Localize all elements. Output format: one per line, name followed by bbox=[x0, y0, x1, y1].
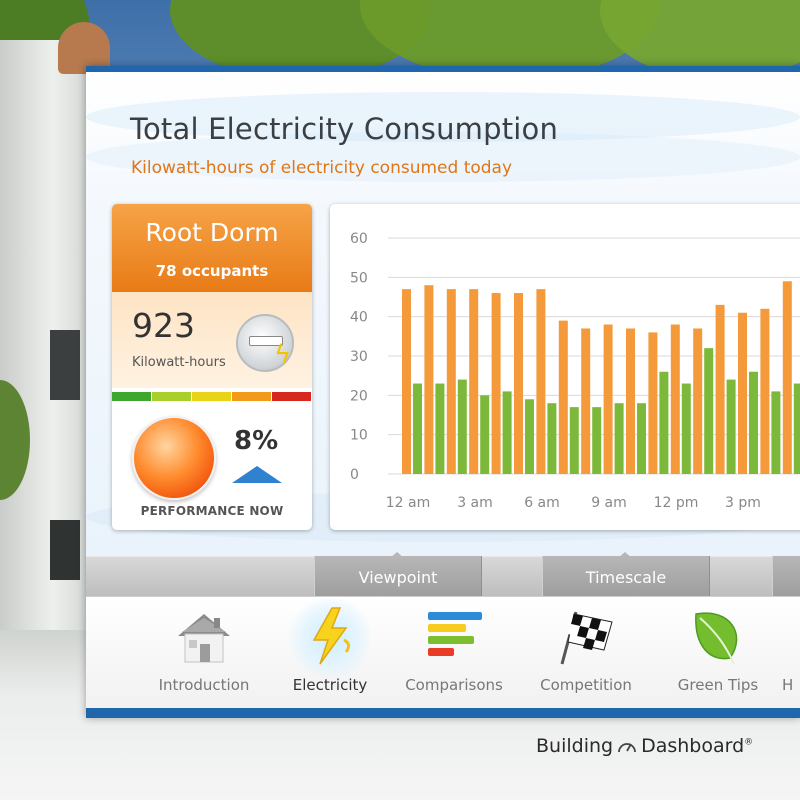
bar-orange bbox=[738, 312, 747, 474]
lightning-icon bbox=[312, 607, 351, 665]
bar-orange bbox=[446, 289, 456, 474]
y-tick-label: 10 bbox=[350, 428, 368, 444]
bar-green bbox=[659, 371, 669, 474]
x-tick-label: 3 am bbox=[457, 495, 493, 511]
bar-green bbox=[771, 391, 781, 474]
timescale-button[interactable]: Timescale bbox=[542, 556, 710, 596]
bar-green bbox=[435, 383, 445, 474]
performance-percent: 8% bbox=[234, 426, 279, 456]
bar-orange bbox=[424, 285, 434, 474]
nav-electricity[interactable]: Electricity bbox=[266, 598, 394, 702]
x-tick-label: 3 pm bbox=[725, 495, 761, 511]
bar-orange bbox=[715, 304, 725, 474]
bar-orange bbox=[648, 332, 658, 474]
building-name: Root Dorm bbox=[145, 218, 279, 247]
x-tick-label: 6 am bbox=[524, 495, 560, 511]
bar-orange bbox=[782, 281, 792, 474]
page-subtitle: Kilowatt-hours of electricity consumed t… bbox=[131, 158, 513, 178]
bar-green bbox=[614, 403, 624, 474]
nav-label: Electricity bbox=[292, 676, 368, 694]
bar-orange bbox=[558, 320, 568, 474]
bar-green bbox=[569, 407, 579, 474]
up-arrow-icon bbox=[232, 466, 282, 483]
bar-green bbox=[681, 383, 691, 474]
gauge-icon bbox=[618, 743, 636, 753]
nav-label: Green Tips bbox=[677, 676, 759, 694]
x-tick-label: 9 am bbox=[591, 495, 627, 511]
y-tick-label: 30 bbox=[350, 349, 368, 365]
chart-card: 010203040506012 am3 am6 am9 am12 pm3 pm6 bbox=[330, 204, 800, 530]
nav-comparisons[interactable]: Comparisons bbox=[390, 602, 518, 702]
nav-label: H bbox=[782, 676, 794, 694]
performance-level-segment bbox=[112, 392, 151, 401]
bar-orange bbox=[693, 328, 703, 474]
kwh-value: 923 bbox=[132, 306, 195, 345]
electric-meter-icon: ϟ bbox=[236, 314, 294, 372]
y-tick-label: 0 bbox=[350, 467, 359, 483]
performance-label: PERFORMANCE NOW bbox=[140, 504, 284, 518]
bar-green bbox=[413, 383, 422, 474]
bar-green bbox=[457, 379, 467, 474]
nav-introduction[interactable]: Introduction bbox=[140, 602, 268, 702]
occupant-count: 78 occupants bbox=[155, 262, 269, 280]
bar-green bbox=[502, 391, 512, 474]
bars-icon bbox=[428, 612, 482, 656]
nav-green-tips[interactable]: Green Tips bbox=[654, 602, 782, 702]
bar-green bbox=[525, 399, 534, 474]
bar-orange bbox=[603, 324, 613, 474]
bar-orange bbox=[536, 289, 546, 474]
brand-logo: Building Dashboard® bbox=[536, 735, 754, 757]
bar-orange bbox=[581, 328, 591, 474]
nav-label: Competition bbox=[540, 676, 632, 694]
bar-green bbox=[793, 383, 800, 474]
bar-orange bbox=[670, 324, 680, 474]
x-tick-label: 12 am bbox=[386, 495, 430, 511]
bar-green bbox=[726, 379, 736, 474]
y-tick-label: 50 bbox=[350, 270, 368, 286]
nav-label: Comparisons bbox=[405, 676, 503, 694]
bar-orange bbox=[469, 289, 479, 474]
nav-label: Introduction bbox=[158, 676, 250, 694]
performance-level-segment bbox=[192, 392, 231, 401]
page-title: Total Electricity Consumption bbox=[130, 112, 559, 146]
dashboard-panel: Total Electricity Consumption Kilowatt-h… bbox=[86, 66, 800, 718]
bar-orange bbox=[491, 293, 501, 474]
strip-button-partial[interactable] bbox=[772, 556, 800, 596]
bar-green bbox=[749, 371, 758, 474]
bar-green bbox=[480, 395, 490, 474]
performance-level-segment bbox=[232, 392, 271, 401]
bar-orange bbox=[402, 289, 411, 474]
building-card: Root Dorm 78 occupants 923 Kilowatt-hour… bbox=[112, 204, 312, 530]
checkered-flag-icon bbox=[560, 611, 613, 665]
bar-orange bbox=[760, 308, 770, 474]
performance-level-segment bbox=[272, 392, 311, 401]
kwh-label: Kilowatt-hours bbox=[132, 355, 226, 370]
consumption-chart: 010203040506012 am3 am6 am9 am12 pm3 pm6 bbox=[350, 231, 800, 511]
y-tick-label: 20 bbox=[350, 388, 368, 404]
bar-green bbox=[547, 403, 557, 474]
performance-level-segment bbox=[152, 392, 191, 401]
bar-green bbox=[592, 407, 602, 474]
nav-partial[interactable]: H bbox=[782, 602, 800, 702]
house-icon bbox=[178, 614, 230, 663]
performance-orb bbox=[132, 416, 216, 500]
bar-green bbox=[637, 403, 646, 474]
y-tick-label: 40 bbox=[350, 310, 368, 326]
nav-competition[interactable]: Competition bbox=[522, 602, 650, 702]
bar-orange bbox=[514, 293, 523, 474]
x-tick-label: 12 pm bbox=[654, 495, 699, 511]
leaf-icon bbox=[695, 612, 738, 665]
bar-orange bbox=[626, 328, 635, 474]
viewpoint-button[interactable]: Viewpoint bbox=[314, 556, 482, 596]
bar-green bbox=[704, 348, 714, 474]
y-tick-label: 60 bbox=[350, 231, 368, 247]
